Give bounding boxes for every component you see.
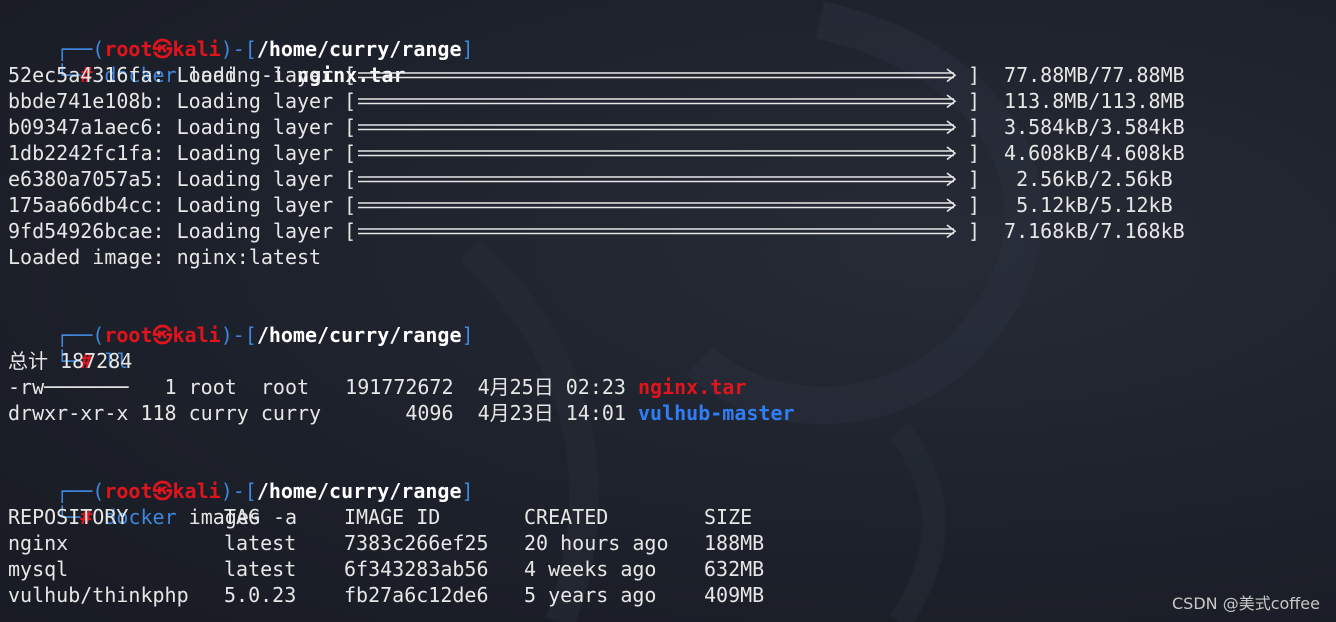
layer-progress-bar: [] — [344, 63, 980, 87]
layer-label: Loading layer — [176, 193, 334, 217]
layer-progress-bar: [] — [344, 193, 980, 217]
skull-icon: ㉿ — [152, 323, 173, 347]
prompt-line: ┌──(root㉿kali)-[/home/curry/range] — [56, 479, 474, 503]
images-row-cell: latest — [224, 557, 297, 581]
svg-text:[: [ — [344, 193, 356, 217]
cwd-path: /home/curry/range — [256, 323, 462, 347]
layer-label: Loading layer — [176, 167, 334, 191]
images-row-cell: 4 weeks ago — [524, 557, 657, 581]
loaded-image-text: Loaded image: nginx:latest — [8, 245, 322, 269]
prompt-line: ┌──(root㉿kali)-[/home/curry/range] — [56, 323, 474, 347]
svg-text:]: ] — [968, 219, 980, 243]
images-row-cell: 188MB — [704, 531, 765, 555]
layer-row: 52ec5a4316fa: Loading layer — [8, 62, 333, 88]
layer-row: 1db2242fc1fa: Loading layer — [8, 140, 333, 166]
layer-label: Loading layer — [176, 115, 334, 139]
directory-name[interactable]: vulhub-master — [638, 401, 795, 425]
images-row-cell: 5.0.23 — [224, 583, 297, 607]
svg-text:[: [ — [344, 115, 356, 139]
layer-row: b09347a1aec6: Loading layer — [8, 114, 333, 140]
images-header-cell: REPOSITORY — [8, 505, 129, 529]
layer-label: Loading layer — [176, 219, 334, 243]
svg-text:]: ] — [968, 115, 980, 139]
layer-size: 2.56kB/2.56kB — [992, 167, 1173, 191]
images-row-cell: 409MB — [704, 583, 765, 607]
progress-arrow-icon — [946, 120, 957, 135]
svg-text:]: ] — [968, 167, 980, 191]
layer-id: 9fd54926bcae: — [8, 219, 177, 243]
progress-arrow-icon — [946, 172, 957, 187]
images-header-cell: TAG — [224, 505, 261, 529]
images-row-cell: mysql — [8, 557, 69, 581]
progress-arrow-icon — [946, 68, 957, 83]
layer-size: 113.8MB/113.8MB — [992, 89, 1185, 113]
file-name[interactable]: nginx.tar — [638, 375, 746, 399]
svg-text:[: [ — [344, 167, 356, 191]
layer-id: b09347a1aec6: — [8, 115, 177, 139]
svg-text:]: ] — [968, 89, 980, 113]
progress-arrow-icon — [946, 198, 957, 213]
images-row-cell: 632MB — [704, 557, 765, 581]
command-line[interactable]: └─# ll — [8, 322, 128, 373]
images-row-cell: latest — [224, 531, 297, 555]
images-row-cell: 5 years ago — [524, 583, 657, 607]
csdn-watermark: CSDN @美式coffee — [1171, 594, 1320, 613]
layer-progress-bar: [] — [344, 115, 980, 139]
layer-size: 7.168kB/7.168kB — [992, 219, 1185, 243]
command-line[interactable]: └─# docker images -a — [8, 478, 297, 529]
layer-size: 77.88MB/77.88MB — [992, 63, 1185, 87]
svg-text:[: [ — [344, 63, 356, 87]
images-header-cell: IMAGE ID — [344, 505, 441, 529]
images-row-cell: 20 hours ago — [524, 531, 669, 555]
svg-text:]: ] — [968, 63, 980, 87]
progress-arrow-icon — [946, 94, 957, 109]
command-line[interactable]: └─# docker load -i nginx.tar — [8, 36, 405, 87]
svg-text:]: ] — [968, 141, 980, 165]
layer-id: 1db2242fc1fa: — [8, 141, 177, 165]
layer-progress-bar: [] — [344, 167, 980, 191]
layer-size: 5.12kB/5.12kB — [992, 193, 1173, 217]
images-row-cell: 6f343283ab56 — [344, 557, 489, 581]
layer-progress-bar: [] — [344, 141, 980, 165]
layer-id: 52ec5a4316fa: — [8, 63, 177, 87]
svg-text:]: ] — [968, 193, 980, 217]
layer-row: 9fd54926bcae: Loading layer — [8, 218, 333, 244]
layer-id: e6380a7057a5: — [8, 167, 177, 191]
ll-row-meta: drwxr-xr-x 118 curry curry 4096 4月23日 14… — [8, 401, 639, 425]
layer-row: bbde741e108b: Loading layer — [8, 88, 333, 114]
layer-row: 175aa66db4cc: Loading layer — [8, 192, 333, 218]
layer-progress-bar: [] — [344, 89, 980, 113]
images-header-cell: SIZE — [704, 505, 753, 529]
images-row-cell: fb27a6c12de6 — [344, 583, 489, 607]
layer-id: 175aa66db4cc: — [8, 193, 177, 217]
images-row-cell: vulhub/thinkphp — [8, 583, 189, 607]
ll-row-meta: -rw─────── 1 root root 191772672 4月25日 0… — [8, 375, 639, 399]
layer-size: 3.584kB/3.584kB — [992, 115, 1185, 139]
prompt-line: ┌──(root㉿kali)-[/home/curry/range] — [56, 37, 474, 61]
images-row-cell: 7383c266ef25 — [344, 531, 489, 555]
layer-label: Loading layer — [176, 63, 334, 87]
images-row-cell: nginx — [8, 531, 69, 555]
layer-progress-bar: [] — [344, 219, 980, 243]
svg-text:[: [ — [344, 219, 356, 243]
svg-text:[: [ — [344, 141, 356, 165]
layer-size: 4.608kB/4.608kB — [992, 141, 1185, 165]
progress-arrow-icon — [946, 224, 957, 239]
layer-label: Loading layer — [176, 141, 334, 165]
images-header-cell: CREATED — [524, 505, 609, 529]
layer-row: e6380a7057a5: Loading layer — [8, 166, 333, 192]
ll-row: -rw─────── 1 root root 191772672 4月25日 0… — [8, 374, 746, 400]
layer-label: Loading layer — [176, 89, 334, 113]
terminal-window[interactable]: ┌──(root㉿kali)-[/home/curry/range] └─# d… — [0, 0, 1336, 622]
svg-text:[: [ — [344, 89, 356, 113]
ll-row: drwxr-xr-x 118 curry curry 4096 4月23日 14… — [8, 400, 795, 426]
layer-id: bbde741e108b: — [8, 89, 177, 113]
progress-arrow-icon — [946, 146, 957, 161]
ll-total: 总计 187284 — [8, 349, 133, 373]
